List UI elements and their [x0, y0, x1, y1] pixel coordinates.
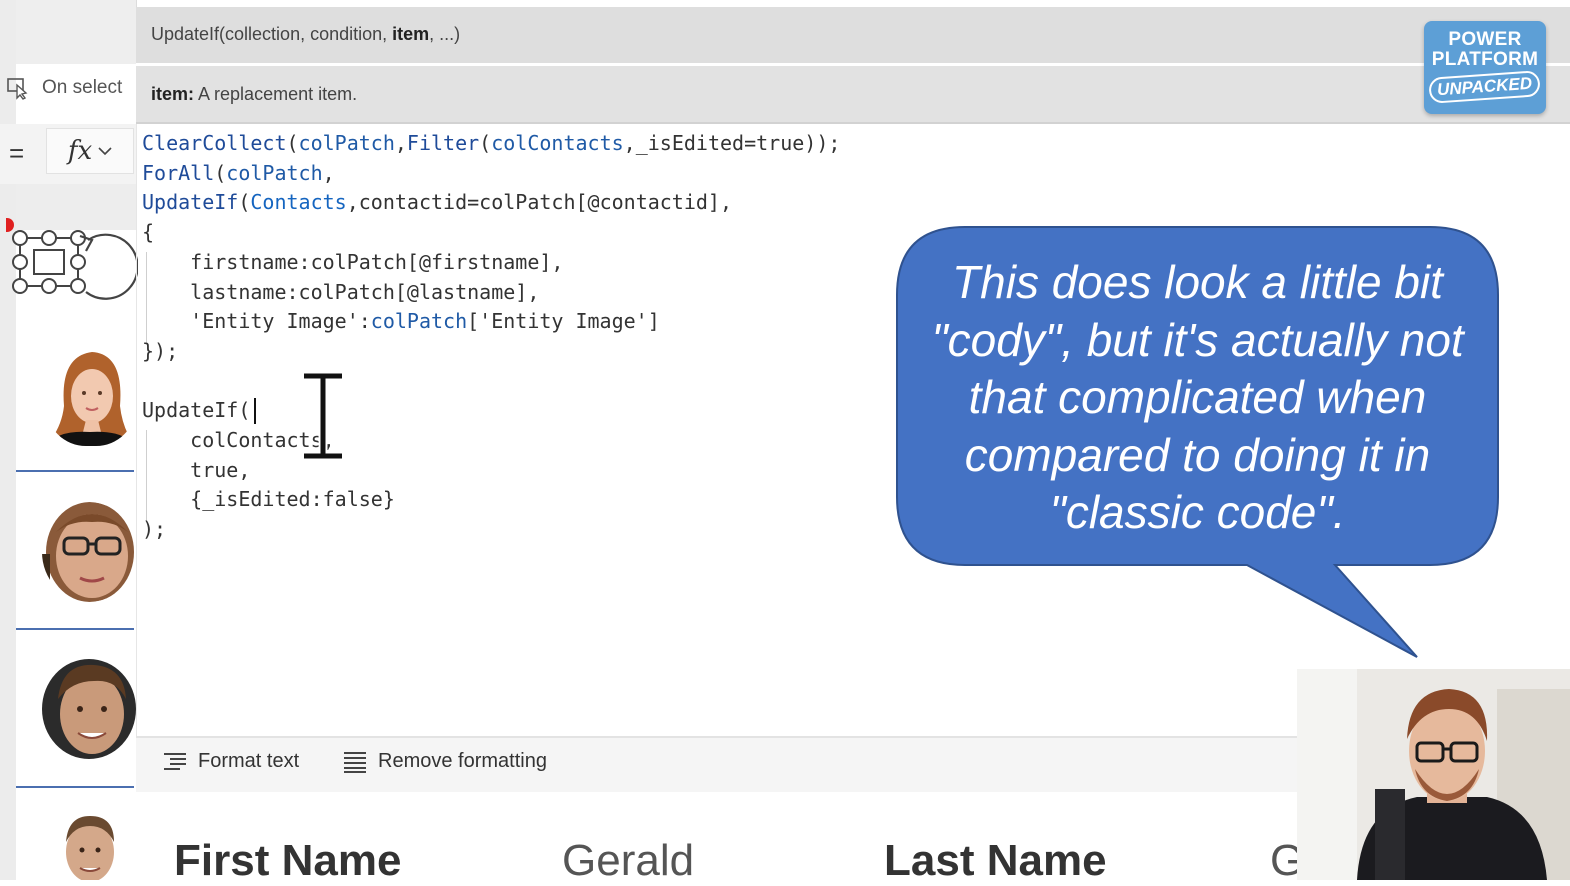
remove-formatting-button[interactable]: Remove formatting — [342, 750, 547, 773]
gallery-selection-icon — [12, 230, 138, 300]
format-text-label: Format text — [198, 750, 300, 772]
code-line-6: lastname:colPatch[@lastname], — [142, 279, 540, 304]
code-token: , — [322, 160, 335, 185]
code-line-3: UpdateIf(Contacts,contactid=colPatch[@co… — [142, 190, 732, 214]
logo-line-1: POWER — [1448, 29, 1522, 50]
contact-avatar[interactable] — [46, 346, 136, 446]
format-text-icon — [164, 752, 186, 770]
code-token: colContacts — [491, 131, 624, 155]
gallery-divider — [16, 470, 134, 472]
code-token: ( — [214, 160, 227, 185]
code-token: UpdateIf — [142, 190, 239, 215]
fx-button[interactable]: fx — [46, 128, 134, 174]
parameter-help: item: A replacement item. — [151, 84, 357, 105]
editor-toolbar — [136, 736, 1306, 793]
logo-line-3: UNPACKED — [1428, 70, 1542, 104]
code-token: ForAll — [142, 160, 215, 185]
first-name-value[interactable]: Gerald — [562, 836, 694, 886]
i-beam-cursor-icon — [304, 372, 342, 460]
code-token: , — [394, 131, 407, 155]
remove-formatting-label: Remove formatting — [378, 750, 547, 772]
code-line-13: {_isEdited:false} — [142, 487, 395, 512]
code-line-12: true, — [142, 457, 251, 482]
code-token: Contacts — [250, 190, 347, 215]
formula-code[interactable]: ClearCollect(colPatch,Filter(colContacts… — [142, 129, 840, 545]
code-token: ( — [286, 131, 299, 155]
code-token: colPatch — [370, 309, 468, 334]
format-text-button[interactable]: Format text — [162, 750, 299, 773]
signature-prefix: UpdateIf(collection, condition, — [151, 24, 393, 44]
signature-current-param: item — [392, 24, 430, 44]
code-token: ClearCollect — [142, 131, 287, 155]
gallery-divider — [16, 628, 134, 630]
chevron-down-icon — [98, 147, 112, 156]
function-signature: UpdateIf(collection, condition, item, ..… — [151, 24, 460, 45]
code-token: ,contactid=colPatch[@contactid], — [346, 190, 733, 215]
code-token: ( — [238, 190, 251, 215]
last-name-label: Last Name — [884, 836, 1107, 885]
code-line-8: }); — [142, 338, 179, 363]
code-line-1: ClearCollect(colPatch,Filter(colContacts… — [142, 131, 840, 155]
code-line-2: ForAll(colPatch, — [142, 161, 335, 185]
first-name-label: First Name — [174, 836, 402, 885]
text-caret — [254, 398, 256, 424]
contact-avatar[interactable] — [42, 502, 136, 602]
logo-line-2: PLATFORM — [1431, 49, 1539, 70]
power-platform-unpacked-logo: POWER PLATFORM UNPACKED — [1424, 21, 1546, 114]
gallery-divider — [16, 786, 134, 788]
signature-suffix: , ...) — [429, 24, 461, 44]
property-name: On select — [42, 77, 123, 98]
code-line-4: { — [142, 220, 155, 245]
left-panel-header — [16, 0, 137, 64]
code-line-14: ); — [142, 517, 167, 542]
code-token: colPatch — [298, 131, 395, 155]
presenter-webcam — [1297, 669, 1570, 880]
code-line-7: 'Entity Image':colPatch['Entity Image'] — [142, 309, 660, 333]
cursor-select-icon — [7, 78, 28, 100]
contact-avatar[interactable] — [56, 812, 124, 880]
speech-bubble-text: This does look a little bit "cody", but … — [931, 256, 1464, 538]
code-token: ,_isEdited=true)); — [623, 131, 841, 155]
parameter-description: A replacement item. — [194, 84, 358, 104]
code-line-10: UpdateIf( — [142, 398, 251, 423]
property-selector[interactable]: On select — [6, 68, 136, 108]
code-token: Filter — [406, 131, 480, 155]
fx-label: fx — [67, 136, 93, 166]
parameter-name: item: — [151, 84, 195, 104]
code-token: ['Entity Image'] — [467, 309, 660, 334]
code-token: 'Entity Image': — [142, 309, 371, 334]
remove-formatting-icon — [344, 751, 366, 773]
contact-avatar[interactable] — [42, 659, 136, 759]
code-line-5: firstname:colPatch[@firstname], — [142, 249, 564, 274]
code-token: ( — [479, 131, 492, 155]
code-token: colPatch — [226, 160, 323, 185]
equals-sign: = — [9, 138, 25, 168]
